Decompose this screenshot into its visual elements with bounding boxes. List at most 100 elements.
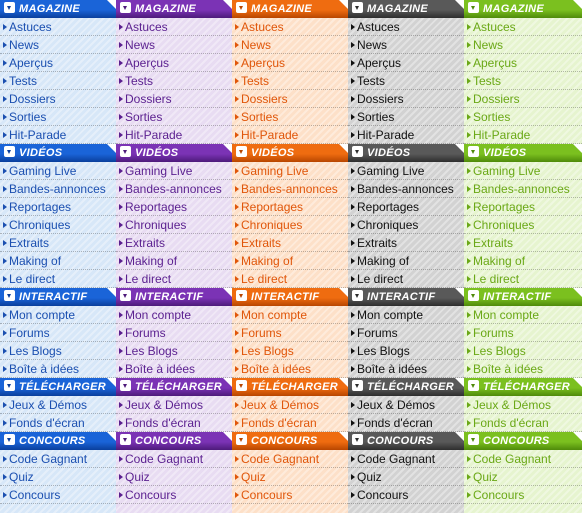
menu-link[interactable]: Concours	[116, 486, 232, 504]
menu-link[interactable]: Le direct	[232, 270, 348, 288]
menu-link[interactable]: Boîte à idées	[232, 360, 348, 378]
menu-link[interactable]: Quiz	[0, 468, 116, 486]
menu-link[interactable]: Reportages	[348, 198, 464, 216]
menu-link[interactable]: Extraits	[464, 234, 582, 252]
section-header[interactable]: CONCOURS	[116, 432, 232, 450]
menu-link[interactable]: News	[348, 36, 464, 54]
menu-link[interactable]: Boîte à idées	[464, 360, 582, 378]
menu-link[interactable]: Fonds d'écran	[116, 414, 232, 432]
menu-link[interactable]: Mon compte	[348, 306, 464, 324]
menu-link[interactable]: Les Blogs	[348, 342, 464, 360]
menu-link[interactable]: Sorties	[232, 108, 348, 126]
menu-link[interactable]: Astuces	[0, 18, 116, 36]
section-header[interactable]: CONCOURS	[0, 432, 116, 450]
menu-link[interactable]: Forums	[464, 324, 582, 342]
menu-link[interactable]: Forums	[348, 324, 464, 342]
menu-link[interactable]: Astuces	[232, 18, 348, 36]
section-header[interactable]: MAGAZINE	[116, 0, 232, 18]
menu-link[interactable]: Boîte à idées	[0, 360, 116, 378]
section-header[interactable]: INTERACTIF	[348, 288, 464, 306]
menu-link[interactable]: Extraits	[232, 234, 348, 252]
menu-link[interactable]: Jeux & Démos	[0, 396, 116, 414]
menu-link[interactable]: Tests	[0, 72, 116, 90]
section-header[interactable]: VIDÉOS	[232, 144, 348, 162]
menu-link[interactable]: Quiz	[232, 468, 348, 486]
menu-link[interactable]: News	[0, 36, 116, 54]
section-header[interactable]: MAGAZINE	[0, 0, 116, 18]
menu-link[interactable]: Dossiers	[0, 90, 116, 108]
menu-link[interactable]: News	[464, 36, 582, 54]
menu-link[interactable]: Bandes-annonces	[464, 180, 582, 198]
menu-link[interactable]: Making of	[232, 252, 348, 270]
section-header[interactable]: INTERACTIF	[0, 288, 116, 306]
menu-link[interactable]: Gaming Live	[0, 162, 116, 180]
section-header[interactable]: MAGAZINE	[348, 0, 464, 18]
menu-link[interactable]: Code Gagnant	[232, 450, 348, 468]
menu-link[interactable]: Forums	[116, 324, 232, 342]
section-header[interactable]: INTERACTIF	[232, 288, 348, 306]
menu-link[interactable]: Concours	[0, 486, 116, 504]
menu-link[interactable]: Tests	[464, 72, 582, 90]
menu-link[interactable]: Fonds d'écran	[348, 414, 464, 432]
menu-link[interactable]: Aperçus	[464, 54, 582, 72]
section-header[interactable]: CONCOURS	[464, 432, 582, 450]
menu-link[interactable]: Gaming Live	[232, 162, 348, 180]
menu-link[interactable]: Chroniques	[0, 216, 116, 234]
menu-link[interactable]: Fonds d'écran	[464, 414, 582, 432]
menu-link[interactable]: Hit-Parade	[464, 126, 582, 144]
section-header[interactable]: TÉLÉCHARGER	[116, 378, 232, 396]
menu-link[interactable]: Mon compte	[0, 306, 116, 324]
menu-link[interactable]: Reportages	[464, 198, 582, 216]
menu-link[interactable]: Bandes-annonces	[348, 180, 464, 198]
menu-link[interactable]: Hit-Parade	[232, 126, 348, 144]
section-header[interactable]: VIDÉOS	[348, 144, 464, 162]
menu-link[interactable]: Bandes-annonces	[0, 180, 116, 198]
menu-link[interactable]: Les Blogs	[0, 342, 116, 360]
menu-link[interactable]: Gaming Live	[464, 162, 582, 180]
menu-link[interactable]: Bandes-annonces	[116, 180, 232, 198]
menu-link[interactable]: Chroniques	[464, 216, 582, 234]
menu-link[interactable]: Dossiers	[232, 90, 348, 108]
menu-link[interactable]: Astuces	[116, 18, 232, 36]
menu-link[interactable]: Reportages	[0, 198, 116, 216]
menu-link[interactable]: Dossiers	[464, 90, 582, 108]
menu-link[interactable]: Gaming Live	[348, 162, 464, 180]
menu-link[interactable]: Making of	[116, 252, 232, 270]
menu-link[interactable]: Fonds d'écran	[0, 414, 116, 432]
menu-link[interactable]: Making of	[0, 252, 116, 270]
section-header[interactable]: MAGAZINE	[232, 0, 348, 18]
section-header[interactable]: INTERACTIF	[464, 288, 582, 306]
menu-link[interactable]: Tests	[116, 72, 232, 90]
section-header[interactable]: TÉLÉCHARGER	[464, 378, 582, 396]
menu-link[interactable]: Astuces	[348, 18, 464, 36]
menu-link[interactable]: Aperçus	[232, 54, 348, 72]
menu-link[interactable]: Le direct	[116, 270, 232, 288]
menu-link[interactable]: Les Blogs	[464, 342, 582, 360]
menu-link[interactable]: Le direct	[348, 270, 464, 288]
menu-link[interactable]: Forums	[232, 324, 348, 342]
menu-link[interactable]: Extraits	[0, 234, 116, 252]
menu-link[interactable]: Aperçus	[116, 54, 232, 72]
menu-link[interactable]: Chroniques	[232, 216, 348, 234]
menu-link[interactable]: Hit-Parade	[348, 126, 464, 144]
menu-link[interactable]: Reportages	[116, 198, 232, 216]
menu-link[interactable]: Sorties	[464, 108, 582, 126]
menu-link[interactable]: Mon compte	[464, 306, 582, 324]
menu-link[interactable]: Aperçus	[348, 54, 464, 72]
menu-link[interactable]: Extraits	[348, 234, 464, 252]
menu-link[interactable]: Jeux & Démos	[464, 396, 582, 414]
menu-link[interactable]: Les Blogs	[116, 342, 232, 360]
section-header[interactable]: TÉLÉCHARGER	[232, 378, 348, 396]
section-header[interactable]: VIDÉOS	[116, 144, 232, 162]
menu-link[interactable]: Quiz	[464, 468, 582, 486]
menu-link[interactable]: Concours	[232, 486, 348, 504]
menu-link[interactable]: Extraits	[116, 234, 232, 252]
menu-link[interactable]: Gaming Live	[116, 162, 232, 180]
menu-link[interactable]: Mon compte	[116, 306, 232, 324]
menu-link[interactable]: Code Gagnant	[0, 450, 116, 468]
menu-link[interactable]: Jeux & Démos	[348, 396, 464, 414]
menu-link[interactable]: Reportages	[232, 198, 348, 216]
menu-link[interactable]: Sorties	[0, 108, 116, 126]
menu-link[interactable]: Concours	[464, 486, 582, 504]
menu-link[interactable]: Astuces	[464, 18, 582, 36]
